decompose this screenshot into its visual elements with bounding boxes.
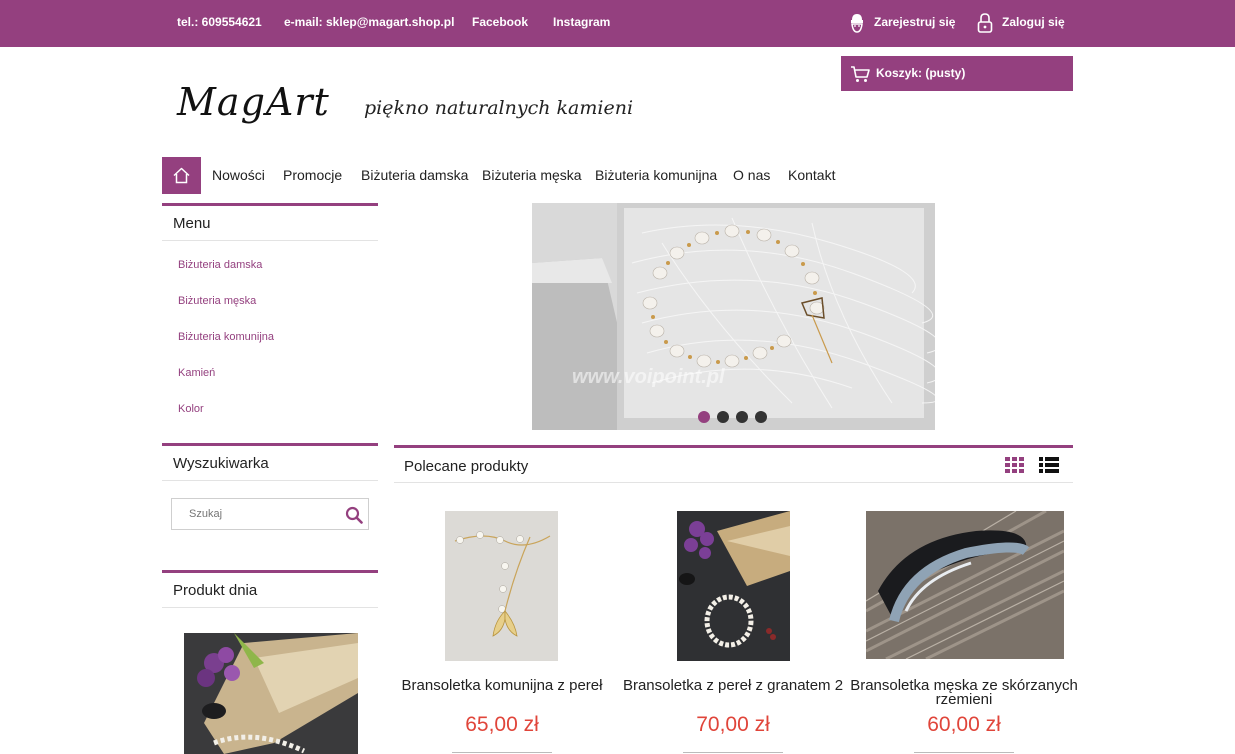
product-image[interactable] (445, 511, 558, 661)
slider-dot-2[interactable] (717, 411, 729, 423)
sidebar-item-bizuteria-meska[interactable]: Biżuteria męska (178, 295, 256, 307)
register-link[interactable]: Zarejestruj się (874, 15, 955, 29)
nav-item-kontakt[interactable]: Kontakt (788, 167, 835, 183)
top-bar: tel.: 609554621 e-mail: sklep@magart.sho… (0, 0, 1235, 47)
product-name[interactable]: Bransoletka z pereł z granatem 2 (618, 678, 848, 693)
menu-title: Menu (173, 215, 211, 232)
nav-item-o-nas[interactable]: O nas (733, 167, 770, 183)
cart-label: Koszyk: (pusty) (876, 66, 966, 80)
daily-product-image[interactable] (184, 633, 358, 754)
cart-icon (850, 65, 870, 83)
grid-view-icon[interactable] (1005, 457, 1025, 478)
daily-product-heading: Produkt dnia (162, 570, 378, 608)
slider-dot-3[interactable] (736, 411, 748, 423)
product-price: 65,00 zł (465, 713, 539, 736)
home-button[interactable] (162, 157, 201, 194)
slider-dot-4[interactable] (755, 411, 767, 423)
list-view-icon[interactable] (1039, 457, 1059, 478)
product-name[interactable]: Bransoletka męska ze skórzanych rzemieni (849, 678, 1079, 707)
slider-dot-1[interactable] (698, 411, 710, 423)
login-link[interactable]: Zaloguj się (1002, 15, 1065, 29)
product-name[interactable]: Bransoletka komunijna z pereł (387, 678, 617, 693)
logo[interactable]: MagArt (177, 80, 330, 124)
product-image[interactable] (677, 511, 790, 661)
logo-tagline: piękno naturalnych kamieni (364, 97, 634, 119)
lock-icon (976, 12, 996, 34)
search-title: Wyszukiwarka (173, 455, 269, 472)
phone-text: tel.: 609554621 (177, 15, 262, 29)
sidebar-item-kamien[interactable]: Kamień (178, 367, 215, 379)
featured-title: Polecane produkty (404, 458, 529, 475)
slider-watermark: www.voipoint.pl (572, 366, 725, 388)
product-image[interactable] (866, 511, 1064, 659)
instagram-link[interactable]: Instagram (553, 15, 610, 29)
nav-item-promocje[interactable]: Promocje (283, 167, 342, 183)
nav-item-bizuteria-komunijna[interactable]: Biżuteria komunijna (595, 167, 717, 183)
user-icon (848, 12, 868, 34)
product-price: 70,00 zł (696, 713, 770, 736)
search-input[interactable] (172, 499, 336, 529)
facebook-link[interactable]: Facebook (472, 15, 528, 29)
email-link[interactable]: e-mail: sklep@magart.shop.pl (284, 15, 454, 29)
featured-heading: Polecane produkty (394, 445, 1073, 483)
cart-button[interactable]: Koszyk: (pusty) (841, 56, 1073, 91)
nav-item-bizuteria-damska[interactable]: Biżuteria damska (361, 167, 468, 183)
nav-item-bizuteria-meska[interactable]: Biżuteria męska (482, 167, 582, 183)
search-icon[interactable] (345, 506, 363, 529)
product-price: 60,00 zł (927, 713, 1001, 736)
hero-slider[interactable]: www.voipoint.pl (532, 203, 935, 430)
home-icon (173, 167, 190, 184)
search-box (171, 498, 369, 530)
sidebar-item-bizuteria-damska[interactable]: Biżuteria damska (178, 259, 262, 271)
sidebar-item-kolor[interactable]: Kolor (178, 403, 204, 415)
menu-heading: Menu (162, 203, 378, 241)
search-heading: Wyszukiwarka (162, 443, 378, 481)
nav-item-nowosci[interactable]: Nowości (212, 167, 265, 183)
daily-product-title: Produkt dnia (173, 582, 258, 599)
sidebar-item-bizuteria-komunijna[interactable]: Biżuteria komunijna (178, 331, 274, 343)
